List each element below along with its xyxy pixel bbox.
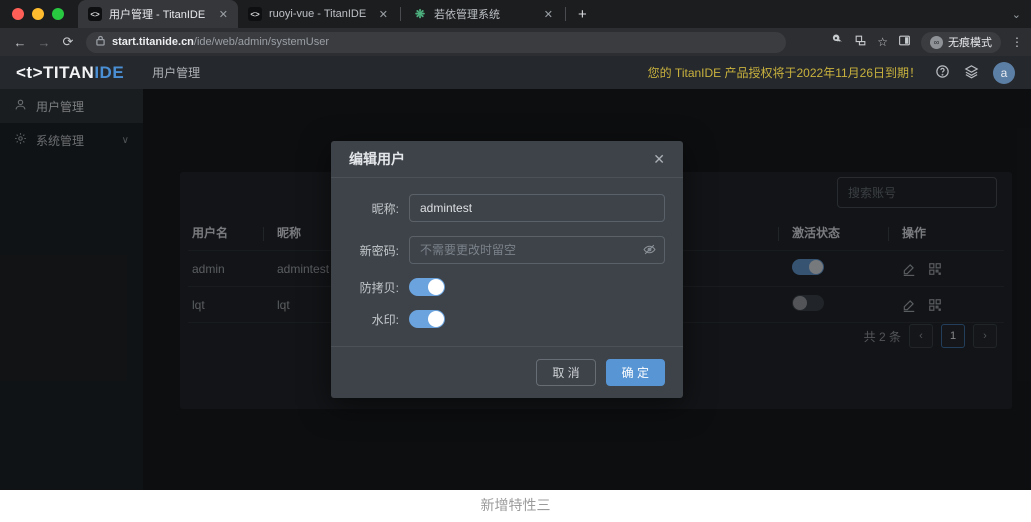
minimize-window-button[interactable] [32,8,44,20]
incognito-badge: ∞ 无痕模式 [921,32,1001,53]
tab-close-icon[interactable]: ✕ [379,8,388,21]
help-icon[interactable] [935,64,950,82]
user-avatar[interactable]: a [993,62,1015,84]
incognito-label: 无痕模式 [948,34,992,50]
tab-title: ruoyi-vue - TitanIDE [269,8,372,20]
translate-icon[interactable] [854,34,867,50]
anticopy-label: 防拷贝: [331,279,409,296]
layers-icon[interactable] [964,64,979,82]
license-warning-text: 您的 TitanIDE 产品授权将于2022年11月26日到期！ [648,64,921,81]
browser-toolbar: ← → ⟳ start.titanide.cn/ide/web/admin/sy… [0,28,1031,56]
breadcrumb: 用户管理 [152,64,200,81]
toolbar-actions: ☆ ∞ 无痕模式 ⋮ [831,32,1023,53]
titanide-favicon-icon: <> [248,7,262,21]
nickname-field[interactable] [409,194,665,222]
dialog-title: 编辑用户 [349,149,405,169]
nickname-label: 昵称: [331,200,409,217]
reload-button[interactable]: ⟳ [56,34,80,50]
url-domain: start.titanide.cn [112,36,194,48]
titanide-favicon-icon: <> [88,7,102,21]
zoom-window-button[interactable] [52,8,64,20]
app-header: <t>TITANIDE 用户管理 您的 TitanIDE 产品授权将于2022年… [0,56,1031,89]
bookmark-star-icon[interactable]: ☆ [877,35,888,49]
browser-menu-icon[interactable]: ⋮ [1011,35,1023,49]
ruoyi-favicon-icon: ❋ [413,7,427,21]
tab-separator [400,7,401,21]
password-key-icon[interactable] [831,34,844,50]
url-path: /ide/web/admin/systemUser [194,36,329,48]
anticopy-toggle[interactable] [409,278,445,296]
browser-tab-active[interactable]: <> 用户管理 - TitanIDE ✕ [78,0,238,28]
browser-tab-strip: <> 用户管理 - TitanIDE ✕ <> ruoyi-vue - Tita… [0,0,1031,28]
new-tab-button[interactable]: + [578,6,587,23]
close-window-button[interactable] [12,8,24,20]
tab-title: 用户管理 - TitanIDE [109,6,212,22]
new-password-field[interactable] [409,236,665,264]
new-password-label: 新密码: [331,242,409,259]
watermark-label: 水印: [331,311,409,328]
edit-user-dialog: 编辑用户 ✕ 昵称: 新密码: [331,141,683,398]
tab-close-icon[interactable]: ✕ [544,8,553,21]
incognito-icon: ∞ [930,36,943,49]
back-button[interactable]: ← [8,35,32,50]
side-panel-icon[interactable] [898,34,911,50]
macos-traffic-lights [0,8,78,20]
screenshot-root: <> 用户管理 - TitanIDE ✕ <> ruoyi-vue - Tita… [0,0,1031,522]
close-icon[interactable]: ✕ [653,151,665,168]
lock-icon [96,35,105,49]
tab-close-icon[interactable]: ✕ [219,8,228,21]
tab-title: 若依管理系统 [434,6,537,22]
app-viewport: <t>TITANIDE 用户管理 您的 TitanIDE 产品授权将于2022年… [0,56,1031,490]
confirm-button[interactable]: 确 定 [606,359,665,386]
cancel-button[interactable]: 取 消 [536,359,595,386]
watermark-toggle[interactable] [409,310,445,328]
browser-tab[interactable]: <> ruoyi-vue - TitanIDE ✕ [238,0,398,28]
browser-tab[interactable]: ❋ 若依管理系统 ✕ [403,0,563,28]
titanide-logo: <t>TITANIDE [16,63,124,83]
tab-separator [565,7,566,21]
address-bar[interactable]: start.titanide.cn/ide/web/admin/systemUs… [86,32,786,53]
tab-search-chevron-icon[interactable]: ⌄ [1012,8,1021,21]
eye-off-icon[interactable] [643,243,656,261]
forward-button[interactable]: → [32,35,56,50]
figure-caption: 新增特性三 [0,490,1031,522]
